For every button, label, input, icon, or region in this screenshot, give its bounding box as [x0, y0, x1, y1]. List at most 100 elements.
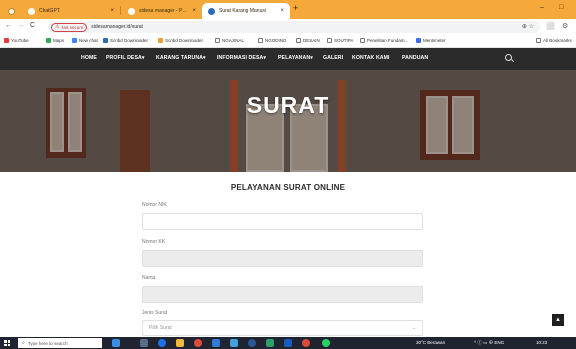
minimize-button[interactable]: –: [540, 4, 544, 11]
chatgpt-favicon-icon: [28, 7, 35, 15]
scribd-icon: [158, 38, 163, 43]
nav-karang-taruna[interactable]: KARANG TARUNA▾: [156, 55, 206, 61]
warning-icon: ⚠: [55, 24, 60, 30]
bookmark-folder-ngajinal[interactable]: NGAJINAL: [215, 38, 244, 43]
bookmark-label: All Bookmarks: [543, 38, 572, 43]
tab-surat[interactable]: Surat Karang Manusi ×: [202, 3, 290, 19]
taskbar-search[interactable]: ⌕ Type here to search: [18, 338, 102, 348]
settings-icon[interactable]: ⚙: [562, 22, 568, 30]
tab-chatgpt[interactable]: ChatGPT ×: [22, 3, 120, 19]
nik-label: Nomor NIK: [142, 202, 167, 208]
store-icon[interactable]: [212, 339, 220, 347]
tab-search[interactable]: sidesa manager - Pencarian ×: [122, 3, 202, 19]
mentimeter-icon: [416, 38, 421, 43]
tab-menu-button[interactable]: [4, 3, 20, 19]
nav-profil-desa[interactable]: PROFIL DESA▾: [106, 55, 145, 61]
bookmark-all[interactable]: All Bookmarks: [536, 38, 572, 43]
jenis-surat-select[interactable]: Pilih Surat ⌄: [142, 320, 423, 336]
bookmark-new-chat[interactable]: New chat: [72, 38, 98, 43]
kk-input[interactable]: [142, 250, 423, 267]
whatsapp-icon[interactable]: [322, 339, 330, 347]
nav-home[interactable]: HOME: [81, 55, 97, 61]
tab-close-icon[interactable]: ×: [192, 8, 196, 14]
bookmark-label: YouTube: [11, 38, 29, 43]
nav-kontak-kami[interactable]: KONTAK KAMI: [352, 55, 390, 61]
browser-menu-icon: [8, 7, 15, 15]
hero-overlay: [0, 70, 576, 172]
bookmark-maps[interactable]: Maps: [46, 38, 64, 43]
bookmark-label: Scribd Downloader: [165, 38, 204, 43]
nav-panduan[interactable]: PANDUAN: [402, 55, 428, 61]
bookmark-youtube[interactable]: YouTube: [4, 38, 29, 43]
bookmark-label: SOUTIPA: [334, 38, 354, 43]
bookmark-label: DESAIN: [303, 38, 320, 43]
mail-icon[interactable]: [230, 339, 238, 347]
bookmark-label: Scribd Downloader: [110, 38, 149, 43]
address-row: ← → C ⚠ Not secure sidesamanager.id/sura…: [0, 19, 576, 35]
search-favicon-icon: [128, 7, 135, 15]
tab-close-icon[interactable]: ×: [280, 8, 284, 14]
bookmark-label: NGAJINAL: [222, 38, 245, 43]
taskbar-clock[interactable]: 10:23: [536, 340, 547, 345]
chevron-down-icon: ⌄: [411, 325, 416, 331]
chat-icon: [72, 38, 77, 43]
search-icon[interactable]: [505, 54, 512, 61]
windows-start-icon[interactable]: [4, 340, 10, 346]
tab-label: ChatGPT: [39, 8, 60, 14]
taskbar-search-placeholder: Type here to search: [27, 340, 68, 346]
widget-icon[interactable]: [112, 339, 120, 347]
weather-text[interactable]: 30°C Berawan: [416, 340, 445, 345]
file-explorer-icon[interactable]: [176, 339, 184, 347]
tab-label: sidesa manager - Pencarian: [139, 8, 188, 14]
not-secure-badge[interactable]: ⚠ Not secure: [51, 22, 88, 32]
bookmark-star-icon[interactable]: ⊕ ☆: [522, 23, 534, 30]
maximize-button[interactable]: □: [559, 4, 563, 11]
bookmark-folder-soutipa[interactable]: SOUTIPA: [327, 38, 353, 43]
nav-galeri[interactable]: GALERI: [323, 55, 343, 61]
word-icon[interactable]: [284, 339, 292, 347]
url-text: sidesamanager.id/surat: [91, 24, 143, 30]
address-bar[interactable]: ⚠ Not secure sidesamanager.id/surat ⊕ ☆: [48, 21, 540, 33]
back-button[interactable]: ←: [5, 22, 12, 29]
bookmark-scribd-2[interactable]: Scribd Downloader: [158, 38, 203, 43]
tab-close-icon[interactable]: ×: [110, 8, 114, 14]
system-tray[interactable]: ^ ⓘ ▭ ⊕ ENG: [474, 340, 504, 346]
tab-label: Surat Karang Manusi: [219, 8, 266, 14]
folder-icon: [536, 38, 541, 43]
maps-icon: [46, 38, 51, 43]
bookmark-mentimeter[interactable]: Mentimeter: [416, 38, 446, 43]
task-view-icon[interactable]: [140, 339, 148, 347]
windows-taskbar: ⌕ Type here to search 30°C Berawan ^ ⓘ ▭…: [0, 337, 576, 349]
app-icon[interactable]: [302, 339, 310, 347]
bookmark-scribd-1[interactable]: Scribd Downloader: [103, 38, 148, 43]
bookmarks-bar: YouTube Maps New chat Scribd Downloader …: [0, 35, 576, 48]
forward-button[interactable]: →: [17, 22, 24, 29]
bookmark-folder-penelitian[interactable]: Penelitian Fundam...: [360, 38, 408, 43]
folder-icon: [215, 38, 220, 43]
jenis-surat-label: Jenis Surat: [142, 310, 168, 316]
folder-icon: [258, 38, 263, 43]
search-icon: ⌕: [22, 340, 25, 346]
bookmark-folder-ngoding[interactable]: NGODING: [258, 38, 287, 43]
scroll-to-top-button[interactable]: ▲: [552, 314, 564, 326]
bookmark-label: New chat: [79, 38, 98, 43]
app-icon[interactable]: [266, 339, 274, 347]
reload-button[interactable]: C: [30, 22, 35, 29]
edge-icon[interactable]: [158, 339, 166, 347]
site-navbar: HOME PROFIL DESA▾ KARANG TARUNA▾ INFORMA…: [0, 48, 576, 70]
youtube-icon: [4, 38, 9, 43]
tab-strip: ChatGPT × sidesa manager - Pencarian × S…: [0, 0, 576, 19]
bookmark-label: Mentimeter: [423, 38, 446, 43]
nav-informasi-desa[interactable]: INFORMASI DESA▾: [217, 55, 266, 61]
nav-pelayanan[interactable]: PELAYANAN▾: [278, 55, 313, 61]
bookmark-label: NGODING: [265, 38, 287, 43]
app-icon[interactable]: [248, 339, 256, 347]
nama-input[interactable]: [142, 286, 423, 303]
folder-icon: [360, 38, 365, 43]
folder-icon: [296, 38, 301, 43]
bookmark-folder-desain[interactable]: DESAIN: [296, 38, 320, 43]
nik-input[interactable]: [142, 213, 423, 230]
extensions-icon[interactable]: ⬜: [546, 22, 555, 30]
chrome-icon[interactable]: [194, 339, 202, 347]
new-tab-button[interactable]: +: [293, 3, 298, 13]
